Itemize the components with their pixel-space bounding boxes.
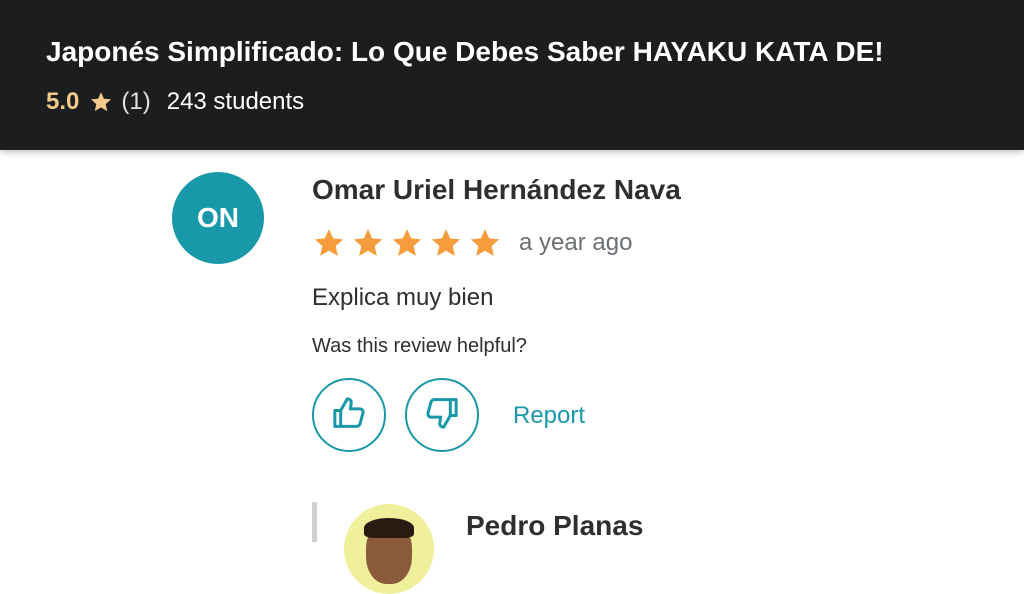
report-link[interactable]: Report: [513, 402, 585, 430]
review-text: Explica muy bien: [312, 284, 494, 311]
star-icon: [468, 226, 502, 260]
responder-name: Pedro Planas: [466, 510, 644, 541]
star-icon: [312, 226, 346, 260]
course-title: Japonés Simplificado: Lo Que Debes Saber…: [46, 36, 884, 67]
avatar: ON: [172, 172, 264, 264]
star-icon: [429, 226, 463, 260]
helpful-no-button[interactable]: [405, 378, 479, 452]
thumbs-up-icon: [329, 393, 369, 438]
course-meta: 5.0 (1) 243 students: [46, 86, 304, 118]
reviewer-name: Omar Uriel Hernández Nava: [312, 174, 681, 205]
helpful-prompt: Was this review helpful?: [312, 335, 527, 357]
star-icon: [390, 226, 424, 260]
thumbs-down-icon: [422, 393, 462, 438]
response-divider: [312, 502, 317, 542]
review-rating: a year ago: [312, 226, 632, 260]
star-icon: [351, 226, 385, 260]
course-header: Japonés Simplificado: Lo Que Debes Saber…: [0, 0, 1024, 150]
rating-count: (1): [121, 88, 151, 115]
student-count: 243 students: [166, 88, 305, 115]
review-list: ON Omar Uriel Hernández Nava a year ago …: [0, 150, 1024, 594]
star-icon: [89, 90, 113, 114]
review-date: a year ago: [519, 229, 633, 256]
responder-avatar: [344, 504, 434, 594]
rating-value: 5.0: [46, 88, 80, 115]
helpful-yes-button[interactable]: [312, 378, 386, 452]
